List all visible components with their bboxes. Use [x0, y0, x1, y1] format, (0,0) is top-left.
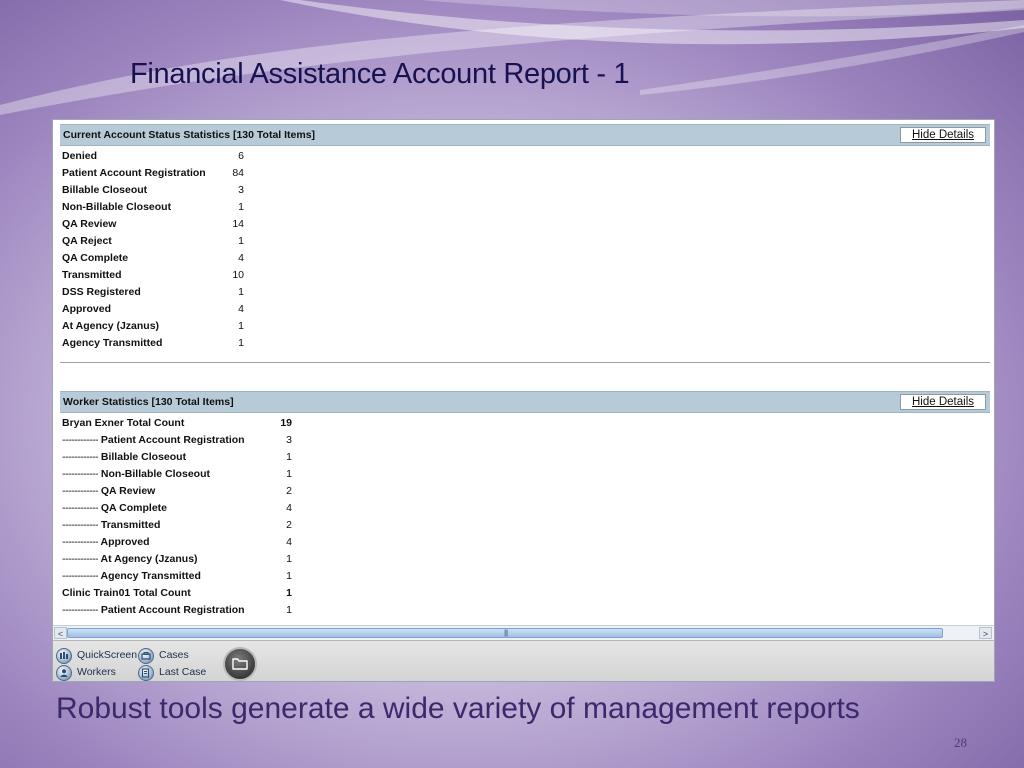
- cases-icon: [138, 648, 154, 664]
- last-case-icon: [138, 665, 154, 681]
- account-status-title: Current Account Status Statistics [130 T…: [63, 129, 316, 141]
- slide-tagline: Robust tools generate a wide variety of …: [56, 692, 860, 725]
- section-divider: [60, 362, 990, 363]
- horizontal-scrollbar[interactable]: < |||| >: [53, 625, 994, 640]
- quickscreen-icon: [56, 648, 72, 664]
- report-window: Current Account Status Statistics [130 T…: [52, 119, 995, 682]
- scroll-right-button[interactable]: >: [979, 627, 992, 639]
- scroll-left-button[interactable]: <: [54, 627, 67, 639]
- folder-button[interactable]: [223, 647, 257, 681]
- account-status-header: Current Account Status Statistics [130 T…: [60, 124, 990, 146]
- bottom-nav-bar: QuickScreen Cases Workers Last Case: [53, 640, 994, 681]
- slide-title: Financial Assistance Account Report - 1: [130, 58, 630, 90]
- worker-stats-title: Worker Statistics [130 Total Items]: [63, 396, 234, 408]
- folder-icon: [232, 658, 248, 670]
- scrollbar-grip: ||||: [504, 630, 508, 637]
- page-number: 28: [954, 735, 967, 750]
- hide-details-button[interactable]: Hide Details: [900, 394, 986, 410]
- workers-icon: [56, 665, 72, 681]
- worker-stats-header: Worker Statistics [130 Total Items] Hide…: [60, 391, 990, 413]
- hide-details-button[interactable]: Hide Details: [900, 127, 986, 143]
- scrollbar-thumb[interactable]: ||||: [67, 628, 943, 638]
